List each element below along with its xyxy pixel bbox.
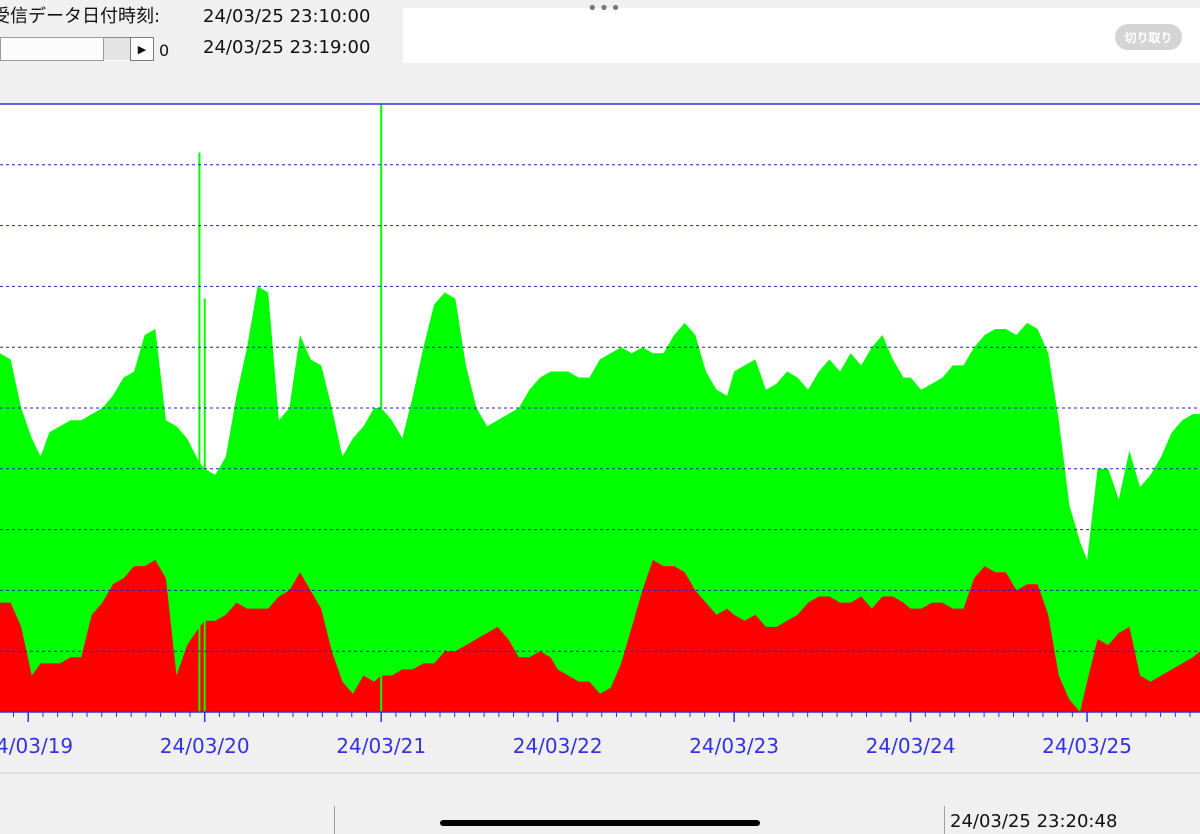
chevron-right-icon: ▶	[137, 42, 147, 56]
status-separator	[944, 806, 945, 834]
axis-panel-separator	[0, 772, 1200, 774]
slider-value: 0	[159, 41, 170, 60]
right-panel	[403, 8, 1200, 63]
x-tick-label: 24/03/24	[866, 734, 956, 758]
status-separator	[334, 806, 335, 834]
slider-right-button[interactable]: ▶	[130, 37, 154, 61]
end-datetime: 24/03/25 23:19:00	[203, 37, 371, 58]
status-current-datetime: 24/03/25 23:20:48	[950, 811, 1118, 832]
x-tick-label: 24/03/23	[689, 734, 779, 758]
traffic-area-chart: 24/03/19 24/03/20 24/03/21 24/03/22 24/03/23…	[0, 103, 1200, 774]
x-tick-label: 24/03/21	[336, 734, 426, 758]
start-datetime: 24/03/25 23:10:00	[203, 6, 371, 27]
time-slider-thumb[interactable]	[0, 37, 104, 61]
x-tick-label: 24/03/20	[160, 734, 250, 758]
home-indicator	[440, 820, 760, 826]
x-tick-label: 24/03/25	[1042, 734, 1132, 758]
datetime-label: 受信データ日付時刻:	[0, 6, 161, 27]
cut-button[interactable]: 切り取り	[1115, 24, 1182, 50]
more-dots-icon[interactable]: •••	[587, 0, 622, 19]
x-tick-label: 24/03/19	[0, 734, 73, 758]
x-tick-label: 24/03/22	[513, 734, 603, 758]
